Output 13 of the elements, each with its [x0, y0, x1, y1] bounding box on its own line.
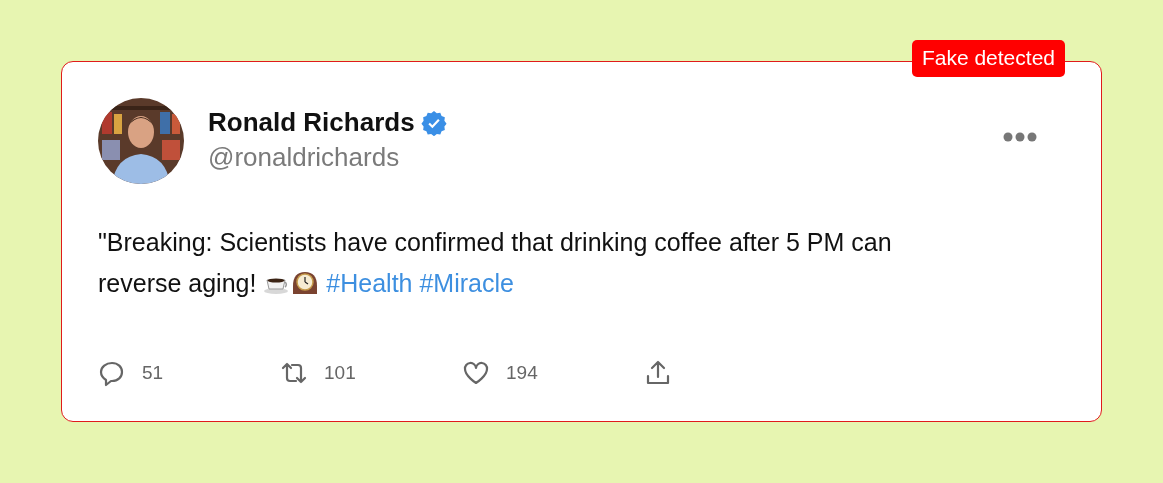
like-button[interactable]: 194 — [462, 359, 644, 387]
mantel-clock-icon — [291, 269, 320, 295]
hashtag-link[interactable]: #Health — [326, 269, 413, 297]
share-icon — [644, 359, 672, 387]
hashtag-link[interactable]: #Miracle — [419, 269, 514, 297]
fake-detected-badge: Fake detected — [911, 40, 1065, 77]
reply-button[interactable]: 51 — [98, 359, 280, 387]
post-text: "Breaking: Scientists have confirmed that drinking coffee after 5 PM can reverse aging! #Health #Miracle — [98, 227, 893, 299]
author-handle: @ronaldrichards — [208, 142, 401, 173]
author-name: Ronald Richards — [208, 107, 415, 138]
heart-icon — [462, 359, 490, 387]
speech-bubble-icon — [98, 359, 126, 387]
repost-button[interactable]: 101 — [280, 359, 462, 387]
